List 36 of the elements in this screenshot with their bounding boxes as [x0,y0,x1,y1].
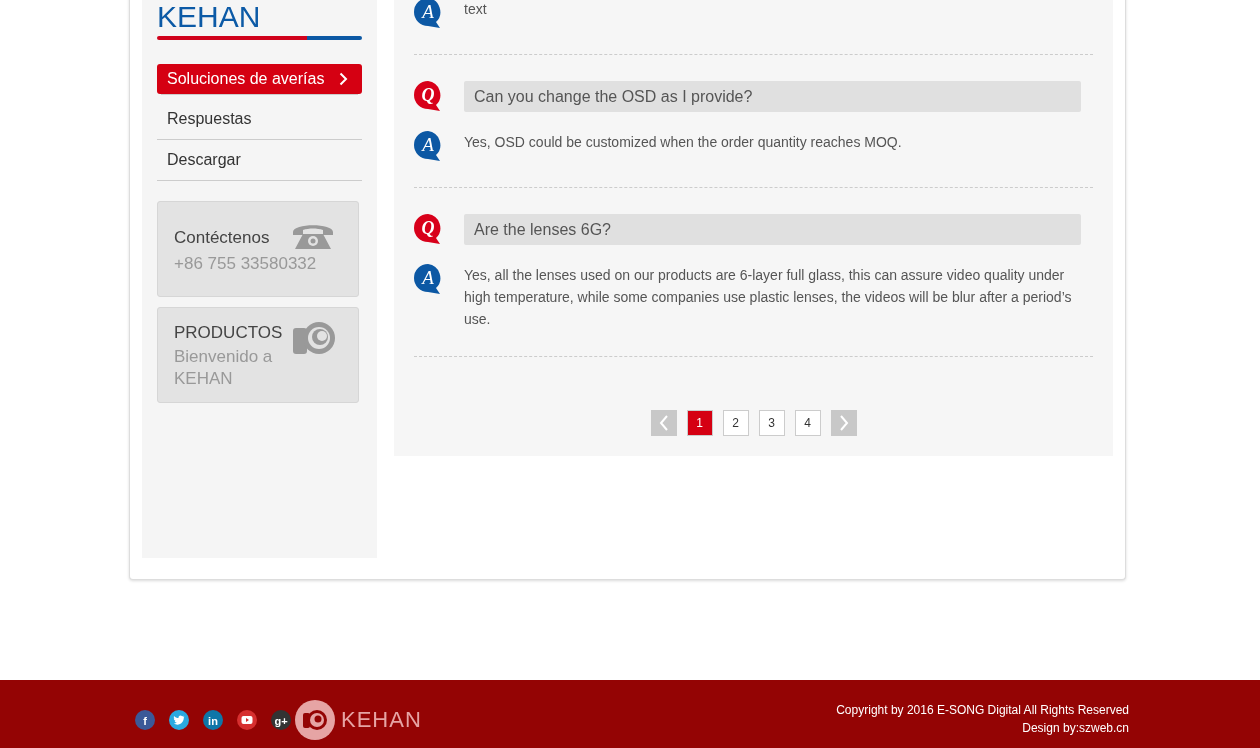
g-plus-icon[interactable]: g+ [271,710,291,730]
a-speech-bubble-icon: A [414,131,442,161]
contact-phone: +86 755 33580332 [174,254,317,274]
products-title: PRODUCTOS [174,323,284,343]
q-speech-bubble-icon: Q [414,81,442,111]
camera-icon [293,322,335,354]
page-number-button[interactable]: 2 [722,410,749,436]
telephone-icon [291,222,335,250]
a-speech-bubble-icon: A [414,0,442,28]
camera-logo-icon [295,700,335,740]
faq-answer: text [464,0,488,19]
sidebar-menu-item[interactable]: Respuestas [157,99,362,140]
contact-title: Contéctenos [174,228,271,248]
chevron-right-icon [339,72,348,86]
sidebar-menu-item[interactable]: Soluciones de averías [157,64,362,94]
chevron-left-icon [658,415,669,431]
q-speech-bubble-icon: Q [414,214,442,244]
products-subtitle: Bienvenido a KEHAN [174,346,274,390]
faq-question: Can you change the OSD as I provide? [464,81,1081,112]
in-letters-icon[interactable]: in [203,710,223,730]
bird-icon[interactable] [169,710,189,730]
footer-logo-text: KEHAN [341,707,422,733]
faq-question: Are the lenses 6G? [464,214,1081,245]
page-number-button[interactable]: 3 [758,410,785,436]
page-number-button[interactable]: 4 [794,410,821,436]
sidebar-title: KEHAN [157,1,262,33]
faq-answer: Yes, all the lenses used on our products are 6-layer full glass, this can assure video quality under high temperature, while some companies use plastic lenses, the videos will be blur after a period’s use. [464,266,1073,329]
page-number-button[interactable]: 1 [686,410,713,436]
a-speech-bubble-icon: A [414,264,442,294]
design-credit-text: Design by:szweb.cn [1021,720,1129,737]
sidebar-menu-item[interactable]: Descargar [157,140,362,181]
f-letter-icon[interactable]: f [135,710,155,730]
copyright-text: Copyright by 2016 E-SONG Digital All Rights Reserved [836,702,1129,719]
play-icon[interactable] [237,710,257,730]
chevron-right-icon [838,415,849,431]
faq-answer: Yes, OSD could be customized when the order quantity reaches MOQ. [464,133,903,152]
